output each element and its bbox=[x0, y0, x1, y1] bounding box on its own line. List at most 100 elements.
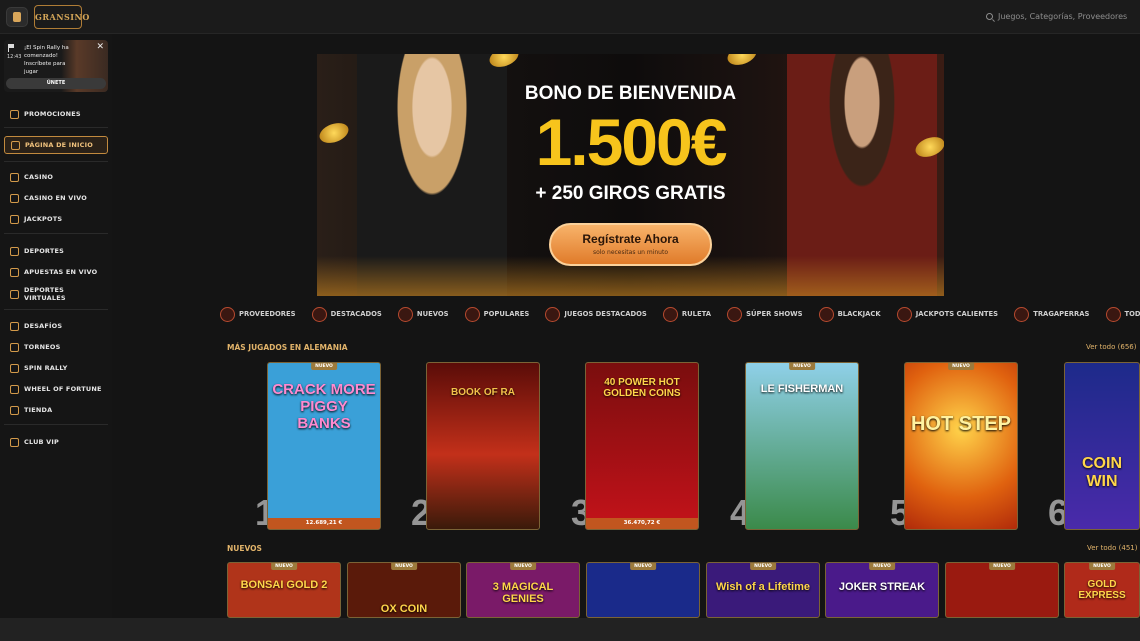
tab-label: NUEVOS bbox=[416, 310, 449, 318]
search-input[interactable]: Juegos, Categorías, Proveedores bbox=[982, 8, 1130, 26]
tab-todos[interactable]: TODOS bbox=[1105, 304, 1140, 324]
new-icon bbox=[397, 306, 413, 322]
sidebar-item-torneos[interactable]: TORNEOS bbox=[4, 338, 108, 356]
see-all-new-link[interactable]: Ver todo (451) bbox=[1087, 544, 1137, 552]
sidebar-item-inicio[interactable]: PÁGINA DE INICIO bbox=[4, 136, 108, 154]
tab-juegos-destacados[interactable]: JUEGOS DESTACADOS bbox=[545, 304, 647, 324]
hero-title: BONO DE BIENVENIDA bbox=[524, 83, 737, 104]
medal-icon bbox=[10, 321, 19, 331]
welcome-bonus-banner[interactable]: BONO DE BIENVENIDA 1.500€ + 250 GIROS GR… bbox=[317, 54, 944, 296]
game-card[interactable]: BOOK OF RA bbox=[426, 362, 540, 530]
close-icon[interactable]: ✕ bbox=[96, 42, 104, 52]
game-card[interactable]: NUEVO BONSAI GOLD 2 bbox=[227, 562, 341, 618]
new-badge: NUEVO bbox=[630, 563, 656, 570]
new-badge: NUEVO bbox=[989, 563, 1015, 570]
jackpot-amount: 36.470,72 € bbox=[586, 518, 698, 529]
register-button-sublabel: solo necesitas un minuto bbox=[592, 249, 669, 256]
sidebar-item-label: APUESTAS EN VIVO bbox=[24, 268, 98, 276]
rally-icon bbox=[10, 363, 19, 373]
jackpot-icon bbox=[10, 214, 19, 224]
sidebar-item-label: DEPORTES bbox=[24, 247, 64, 255]
tab-destacados[interactable]: DESTACADOS bbox=[311, 304, 382, 324]
sidebar-item-spin-rally[interactable]: SPIN RALLY bbox=[4, 359, 108, 377]
game-title: CRACK MORE PIGGY BANKS bbox=[272, 381, 376, 432]
section-title-most-played: MÁS JUGADOS EN ALEMANIA bbox=[227, 343, 348, 352]
tab-label: PROVEEDORES bbox=[239, 310, 296, 318]
tab-label: SÚPER SHOWS bbox=[746, 310, 803, 318]
game-card[interactable]: NUEVO 3 MAGICAL GENIES bbox=[466, 562, 580, 618]
hero-subtitle: + 250 GIROS GRATIS bbox=[535, 183, 726, 204]
game-title: 40 POWER HOT GOLDEN COINS bbox=[603, 377, 681, 399]
sidebar-item-wheel-of-fortune[interactable]: WHEEL OF FORTUNE bbox=[4, 380, 108, 398]
tab-label: BLACKJACK bbox=[837, 310, 881, 318]
game-card[interactable]: NUEVO bbox=[586, 562, 700, 618]
game-card[interactable]: NUEVO OX COIN bbox=[347, 562, 461, 618]
tab-populares[interactable]: POPULARES bbox=[464, 304, 530, 324]
sidebar-item-casino-en-vivo[interactable]: CASINO EN VIVO bbox=[4, 189, 108, 207]
tab-label: DESTACADOS bbox=[330, 310, 382, 318]
sidebar-item-promociones[interactable]: PROMOCIONES bbox=[4, 105, 108, 123]
home-icon bbox=[11, 140, 20, 150]
join-button[interactable]: ÚNETE bbox=[6, 78, 106, 89]
game-card[interactable]: NUEVO bbox=[945, 562, 1059, 618]
sidebar-item-apuestas-en-vivo[interactable]: APUESTAS EN VIVO bbox=[4, 263, 108, 281]
tab-blackjack[interactable]: BLACKJACK bbox=[818, 304, 881, 324]
tab-label: JACKPOTS CALIENTES bbox=[915, 310, 999, 318]
tab-nuevos[interactable]: NUEVOS bbox=[397, 304, 449, 324]
sidebar-item-deportes[interactable]: DEPORTES bbox=[4, 242, 108, 260]
wheel-icon bbox=[10, 384, 19, 394]
game-card[interactable]: NUEVO Wish of a Lifetime bbox=[706, 562, 820, 618]
sidebar-item-deportes-virtuales[interactable]: DEPORTES VIRTUALES bbox=[4, 283, 108, 305]
hot-jackpot-icon bbox=[896, 306, 912, 322]
game-card[interactable]: NUEVO JOKER STREAK bbox=[825, 562, 939, 618]
top-bar: GRANSINO Juegos, Categorías, Proveedores bbox=[0, 0, 1140, 34]
game-card[interactable]: NUEVO LE FISHERMAN bbox=[745, 362, 859, 530]
see-all-most-played-link[interactable]: Ver todo (656) bbox=[1086, 343, 1136, 351]
sidebar-item-club-vip[interactable]: CLUB VIP bbox=[4, 433, 108, 451]
star-icon bbox=[311, 306, 327, 322]
divider bbox=[4, 309, 108, 310]
game-card[interactable]: NUEVO CRACK MORE PIGGY BANKS 12.689,21 € bbox=[267, 362, 381, 530]
category-tabs: PROVEEDORES DESTACADOS NUEVOS POPULARES … bbox=[220, 304, 1140, 324]
all-icon bbox=[1105, 306, 1121, 322]
game-title: OX COIN bbox=[380, 603, 428, 615]
register-button[interactable]: Regístrate Ahora solo necesitas un minut… bbox=[549, 223, 712, 266]
tab-tragaperras[interactable]: TRAGAPERRAS bbox=[1014, 304, 1089, 324]
live-bets-icon bbox=[10, 267, 19, 277]
game-card[interactable]: 40 POWER HOT GOLDEN COINS 36.470,72 € bbox=[585, 362, 699, 530]
sidebar-item-label: SPIN RALLY bbox=[24, 364, 68, 372]
site-logo[interactable]: GRANSINO bbox=[34, 5, 89, 29]
tab-super-shows[interactable]: SÚPER SHOWS bbox=[727, 304, 803, 324]
sidebar-item-jackpots[interactable]: JACKPOTS bbox=[4, 210, 108, 228]
game-title: GOLD EXPRESS bbox=[1078, 579, 1126, 601]
game-card[interactable]: NUEVO HOT STEP bbox=[904, 362, 1018, 530]
sidebar-item-desafios[interactable]: DESAFÍOS bbox=[4, 317, 108, 335]
divider bbox=[4, 233, 108, 234]
new-badge: NUEVO bbox=[1089, 563, 1115, 570]
notification-time: 12:43 bbox=[7, 54, 22, 60]
divider bbox=[4, 127, 108, 128]
section-title-new: NUEVOS bbox=[227, 544, 262, 553]
ball-icon bbox=[10, 246, 19, 256]
tab-proveedores[interactable]: PROVEEDORES bbox=[220, 304, 296, 324]
sidebar-item-label: PROMOCIONES bbox=[24, 110, 81, 118]
featured-icon bbox=[545, 306, 561, 322]
tab-ruleta[interactable]: RULETA bbox=[662, 304, 711, 324]
game-title: Wish of a Lifetime bbox=[715, 581, 811, 593]
diamond-icon bbox=[10, 437, 19, 447]
fire-icon bbox=[464, 306, 480, 322]
new-badge: NUEVO bbox=[869, 563, 895, 570]
tab-label: RULETA bbox=[681, 310, 711, 318]
sidebar-item-tienda[interactable]: TIENDA bbox=[4, 401, 108, 419]
sidebar-item-casino[interactable]: CASINO bbox=[4, 168, 108, 186]
game-title: BOOK OF RA bbox=[451, 387, 515, 398]
tab-label: POPULARES bbox=[483, 310, 530, 318]
game-card[interactable]: NUEVO GOLD EXPRESS bbox=[1064, 562, 1140, 618]
new-badge: NUEVO bbox=[391, 563, 417, 570]
jackpot-amount: 12.689,21 € bbox=[268, 518, 380, 529]
slot-icon bbox=[1014, 306, 1030, 322]
menu-toggle-button[interactable] bbox=[6, 7, 28, 27]
sidebar-item-label: DESAFÍOS bbox=[24, 322, 63, 330]
game-card[interactable]: COIN WIN bbox=[1064, 362, 1140, 530]
tab-jackpots-calientes[interactable]: JACKPOTS CALIENTES bbox=[896, 304, 999, 324]
